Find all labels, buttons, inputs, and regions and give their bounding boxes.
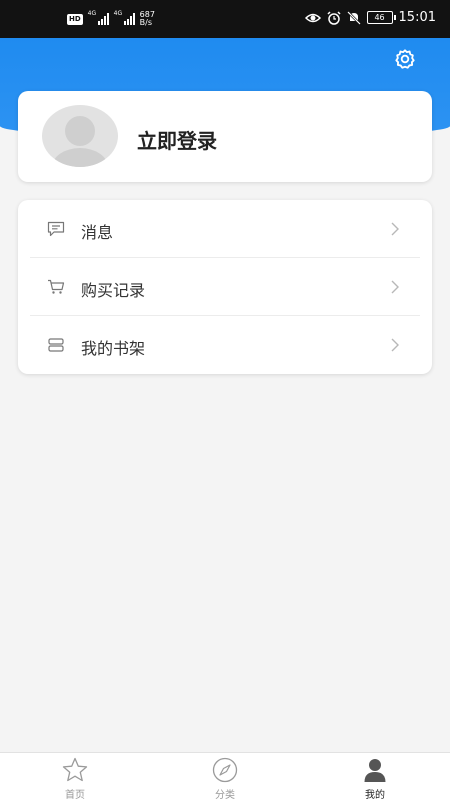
eye-icon [304, 13, 321, 22]
menu-item-label: 我的书架 [81, 339, 146, 358]
tab-label: 首页 [65, 790, 85, 801]
gear-icon [395, 49, 415, 69]
tab-label: 我的 [365, 790, 385, 801]
mute-icon [346, 10, 361, 25]
network-speed: 687 B/s [140, 11, 155, 27]
menu-item-label: 购买记录 [81, 281, 146, 300]
signal-1-label: 4G [87, 10, 97, 17]
message-icon [47, 221, 65, 237]
tab-home[interactable]: 首页 [0, 753, 150, 801]
hd-badge: HD [67, 13, 83, 25]
cart-icon [48, 279, 65, 294]
default-avatar-icon [52, 116, 108, 167]
person-icon [364, 759, 386, 782]
chevron-right-icon [391, 338, 399, 352]
chevron-right-icon [391, 222, 399, 236]
status-left: HD 4G 4G 687 B/s [67, 10, 155, 27]
status-time: 15:01 [398, 10, 436, 25]
menu-item-label: 消息 [81, 223, 114, 242]
profile-card[interactable]: 立即登录 [18, 91, 432, 182]
star-icon [62, 757, 88, 782]
chevron-right-icon [391, 280, 399, 294]
tab-mine[interactable]: 我的 [300, 753, 450, 801]
compass-icon [212, 757, 238, 783]
status-right: 46 15:01 [304, 10, 436, 25]
signal-2-label: 4G [113, 10, 123, 17]
tab-categories[interactable]: 分类 [150, 753, 300, 801]
avatar[interactable] [42, 105, 118, 167]
menu-item-messages[interactable]: 消息 [18, 200, 432, 258]
menu-item-purchase-history[interactable]: 购买记录 [18, 258, 432, 316]
settings-button[interactable] [394, 48, 416, 70]
status-bar: HD 4G 4G 687 B/s 46 15:01 [0, 0, 450, 38]
bottom-tab-bar: 首页 分类 我的 [0, 752, 450, 801]
login-button[interactable]: 立即登录 [137, 125, 217, 154]
menu-card: 消息 购买记录 我的书架 [18, 200, 432, 374]
battery-icon: 46 [366, 11, 396, 24]
signal-1-icon: 4G [87, 10, 109, 25]
signal-2-icon: 4G [113, 10, 135, 25]
menu-item-bookshelf[interactable]: 我的书架 [18, 316, 432, 374]
alarm-icon [327, 10, 341, 25]
speed-unit: B/s [139, 18, 153, 27]
tab-label: 分类 [215, 790, 235, 801]
bookshelf-icon [48, 338, 64, 352]
